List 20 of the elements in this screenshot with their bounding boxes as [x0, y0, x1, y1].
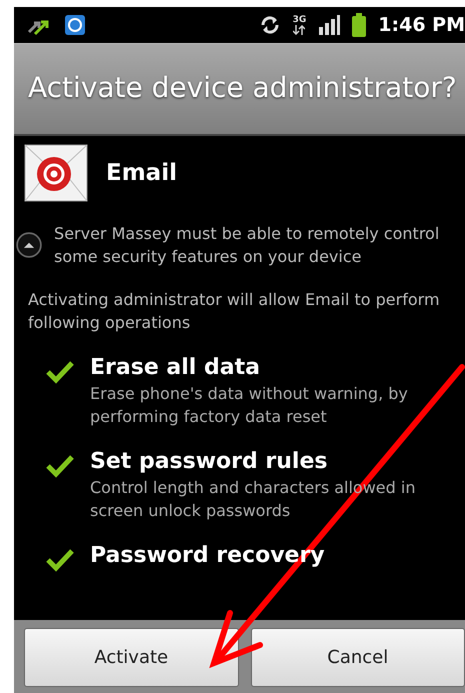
app-notification-icon: [64, 14, 86, 36]
envelope-icon: [24, 144, 88, 202]
check-icon: [46, 360, 74, 384]
signal-icon: [318, 15, 340, 35]
dialog-title: Activate device administrator?: [14, 43, 465, 136]
dialog-button[interactable]: Activate: [24, 628, 238, 687]
battery-icon: [352, 13, 366, 37]
check-icon: [46, 454, 74, 478]
policy-description: Erase phone's data without warning, by performing factory data reset: [90, 383, 409, 428]
policy-title: Erase all data: [90, 354, 261, 382]
check-icon: [46, 548, 74, 572]
network-type: 3G: [292, 16, 306, 24]
sync-icon: [258, 14, 281, 36]
warning-text: Server Massey must be able to remotely control some security features on your device: [54, 223, 440, 268]
dialog-button[interactable]: Cancel: [250, 628, 465, 687]
data-arrows-icon: [293, 24, 306, 34]
intro-text: Activating administrator will allow Email to perform following operations: [27, 289, 441, 334]
clock: 1:46 PM: [378, 14, 465, 36]
app-name: Email: [106, 160, 177, 186]
policy-title: Set password rules: [90, 448, 328, 476]
